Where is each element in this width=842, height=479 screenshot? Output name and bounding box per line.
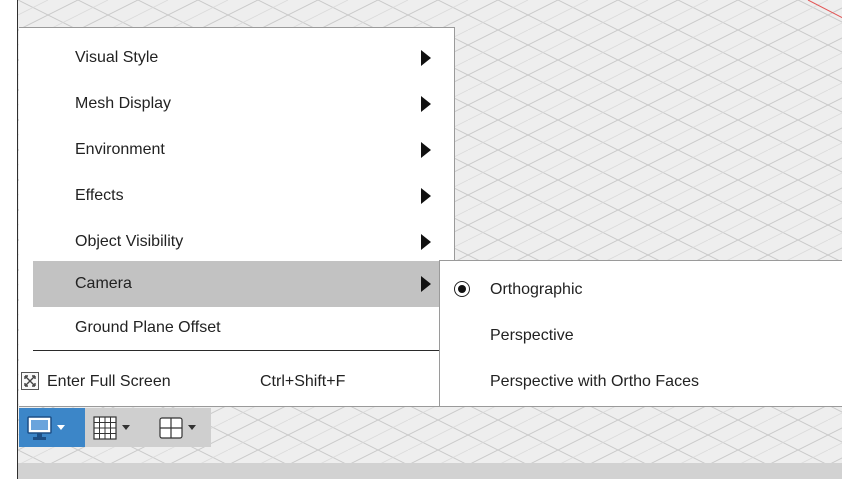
submenu-arrow-icon: [421, 50, 431, 66]
grid-snaps-icon: [93, 416, 130, 440]
menu-item-ground-plane-offset[interactable]: Ground Plane Offset: [33, 305, 455, 351]
menu-item-label: Mesh Display: [75, 95, 172, 112]
status-strip: [18, 463, 842, 479]
menu-item-mesh-display[interactable]: Mesh Display: [33, 81, 455, 127]
viewports-icon: [159, 417, 196, 439]
menu-item-environment[interactable]: Environment: [33, 127, 455, 173]
menu-item-label: Camera: [75, 275, 132, 292]
submenu-item-perspective[interactable]: Perspective: [440, 313, 842, 359]
submenu-item-orthographic[interactable]: Orthographic: [440, 267, 842, 313]
navigation-toolbar: [19, 408, 211, 447]
full-screen-shortcut: Ctrl+Shift+F: [260, 373, 346, 390]
fullscreen-icon: [21, 372, 39, 390]
menu-item-camera[interactable]: Camera: [33, 261, 455, 307]
submenu-item-label: Orthographic: [490, 281, 583, 298]
submenu-item-label: Perspective: [490, 327, 574, 344]
menu-item-object-visibility[interactable]: Object Visibility: [33, 219, 455, 265]
submenu-arrow-icon: [421, 96, 431, 112]
menu-item-visual-style[interactable]: Visual Style: [33, 35, 455, 81]
menu-item-label: Visual Style: [75, 49, 159, 66]
menu-item-effects[interactable]: Effects: [33, 173, 455, 219]
radio-selected-icon: [454, 281, 470, 297]
display-settings-button[interactable]: [19, 408, 85, 447]
full-screen-label: Enter Full Screen: [47, 373, 171, 390]
menu-item-label: Effects: [75, 187, 124, 204]
display-settings-menu: Visual Style Mesh Display Environment Ef…: [19, 27, 455, 407]
submenu-item-label: Perspective with Ortho Faces: [490, 373, 699, 390]
viewports-button[interactable]: [151, 408, 211, 447]
submenu-arrow-icon: [421, 142, 431, 158]
menu-item-enter-full-screen[interactable]: Enter Full Screen Ctrl+Shift+F: [20, 359, 455, 405]
menu-item-label: Object Visibility: [75, 233, 184, 250]
submenu-arrow-icon: [421, 188, 431, 204]
submenu-item-perspective-ortho-faces[interactable]: Perspective with Ortho Faces: [440, 359, 842, 405]
submenu-arrow-icon: [421, 276, 431, 292]
menu-item-label: Ground Plane Offset: [75, 319, 221, 336]
app-window: Visual Style Mesh Display Environment Ef…: [17, 0, 842, 479]
display-settings-icon: [27, 416, 65, 440]
camera-submenu: Orthographic Perspective Perspective wit…: [439, 260, 842, 407]
menu-item-label: Environment: [75, 141, 165, 158]
grid-snaps-button[interactable]: [85, 408, 151, 447]
submenu-arrow-icon: [421, 234, 431, 250]
menu-separator: [33, 350, 455, 351]
